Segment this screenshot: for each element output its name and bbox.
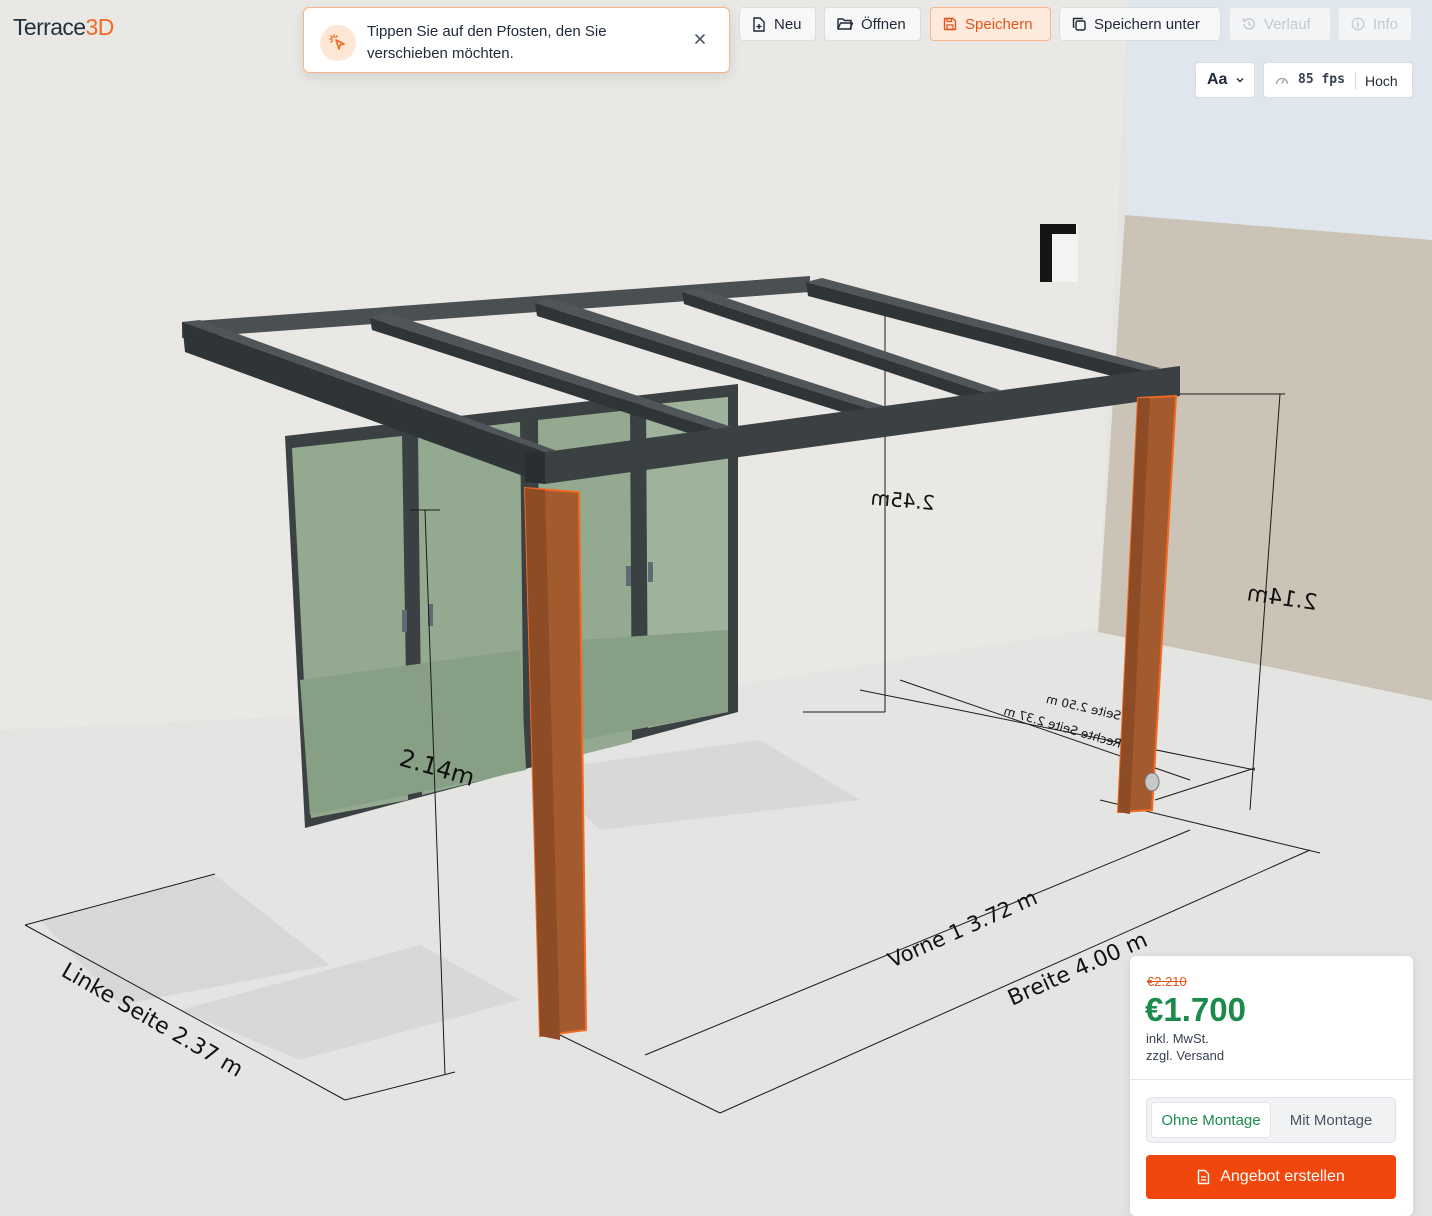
open-button-label: Öffnen	[861, 15, 906, 33]
new-button-label: Neu	[774, 15, 802, 33]
save-as-button-label: Speichern unter	[1094, 15, 1200, 33]
option-with-installation[interactable]: Mit Montage	[1271, 1102, 1391, 1138]
folder-open-icon	[837, 18, 853, 30]
close-icon[interactable]	[691, 30, 709, 48]
new-file-icon	[753, 16, 765, 32]
save-as-button[interactable]: Speichern unter	[1059, 7, 1221, 41]
divider	[1130, 1079, 1413, 1080]
installation-toggle: Ohne Montage Mit Montage	[1146, 1097, 1396, 1143]
info-button[interactable]: Info	[1338, 7, 1412, 41]
vat-note: inkl. MwSt.	[1146, 1031, 1209, 1046]
shipping-note: zzgl. Versand	[1146, 1048, 1225, 1063]
history-button[interactable]: Verlauf	[1229, 7, 1331, 41]
price-card: €2.210 €1.700 inkl. MwSt. zzgl. Versand …	[1130, 956, 1413, 1216]
font-size-dropdown[interactable]: Aa	[1195, 62, 1255, 98]
info-icon	[1351, 17, 1365, 31]
font-size-label: Aa	[1207, 71, 1228, 88]
gauge-icon	[1275, 77, 1289, 85]
document-icon	[1198, 1169, 1210, 1185]
new-button[interactable]: Neu	[739, 7, 816, 41]
create-quote-button[interactable]: Angebot erstellen	[1146, 1155, 1396, 1199]
toast-message: Tippen Sie auf den Pfosten, den Sie vers…	[367, 23, 607, 62]
chevron-down-icon	[1236, 78, 1244, 83]
history-button-label: Verlauf	[1264, 15, 1311, 33]
info-button-label: Info	[1373, 15, 1399, 33]
save-button-label: Speichern	[965, 15, 1033, 33]
logo-text: Terrace	[13, 14, 86, 40]
post-anchor-icon	[1144, 772, 1160, 792]
performance-indicator[interactable]: 85 fps Hoch	[1263, 62, 1413, 98]
option-without-installation[interactable]: Ohne Montage	[1151, 1102, 1271, 1138]
old-price: €2.210	[1147, 974, 1187, 989]
hint-toast: Tippen Sie auf den Pfosten, den Sie vers…	[303, 7, 730, 73]
pointer-click-icon	[320, 25, 356, 61]
copy-icon	[1072, 17, 1086, 31]
logo-accent: 3D	[85, 14, 115, 40]
wall-lamp-top	[1040, 224, 1076, 234]
quality-setting[interactable]: Hoch	[1365, 73, 1398, 89]
app-logo: Terrace3D	[13, 14, 114, 41]
create-quote-label: Angebot erstellen	[1220, 1168, 1345, 1185]
save-button[interactable]: Speichern	[930, 7, 1051, 41]
current-price: €1.700	[1145, 991, 1246, 1028]
history-icon	[1242, 18, 1255, 30]
fps-counter: 85 fps	[1298, 72, 1345, 87]
save-icon	[943, 17, 957, 31]
divider	[1355, 72, 1356, 90]
open-button[interactable]: Öffnen	[824, 7, 921, 41]
